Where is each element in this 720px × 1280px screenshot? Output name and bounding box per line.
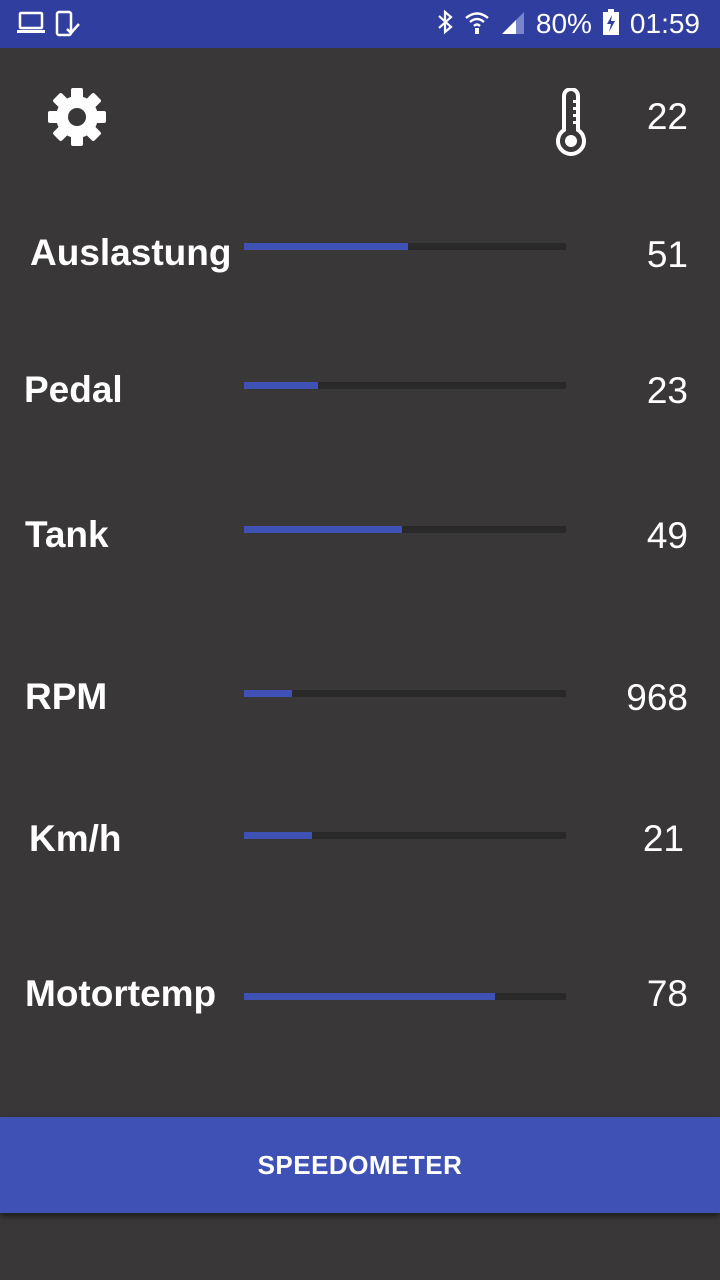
value-motortemp: 78 (646, 973, 688, 1014)
progress-motortemp (244, 993, 566, 1000)
status-bar: 80% 01:59 (0, 0, 720, 48)
progress-auslastung (244, 243, 566, 250)
gear-icon (48, 88, 106, 146)
progress-fill (244, 832, 312, 839)
value-auslastung: 51 (646, 234, 688, 275)
progress-pedal (244, 382, 566, 389)
label-rpm: RPM (25, 676, 108, 717)
battery-charging-icon (602, 8, 620, 41)
progress-fill (244, 993, 496, 1000)
label-pedal: Pedal (24, 369, 123, 410)
clock: 01:59 (629, 8, 700, 39)
value-rpm: 968 (626, 677, 688, 718)
progress-fill (244, 690, 293, 697)
label-auslastung: Auslastung (30, 232, 232, 273)
value-kmh: 21 (642, 818, 684, 859)
progress-fill (244, 526, 402, 533)
laptop-icon (16, 10, 46, 43)
device-check-icon (54, 10, 80, 43)
label-tank: Tank (25, 514, 109, 555)
progress-fill (244, 243, 409, 250)
progress-tank (244, 526, 566, 533)
temperature-value: 22 (646, 96, 688, 137)
battery-percent: 80% (535, 8, 592, 39)
value-pedal: 23 (646, 370, 688, 411)
value-tank: 49 (646, 515, 688, 556)
settings-button[interactable] (46, 86, 108, 148)
progress-rpm (244, 690, 566, 697)
thermometer-icon (552, 87, 590, 156)
signal-icon (500, 9, 526, 40)
wifi-icon (464, 9, 490, 40)
progress-fill (244, 382, 319, 389)
progress-kmh (244, 832, 566, 839)
label-motortemp: Motortemp (25, 973, 217, 1014)
bluetooth-icon (436, 9, 454, 40)
label-kmh: Km/h (29, 818, 122, 859)
speedometer-button[interactable]: SPEEDOMETER (0, 1117, 720, 1213)
